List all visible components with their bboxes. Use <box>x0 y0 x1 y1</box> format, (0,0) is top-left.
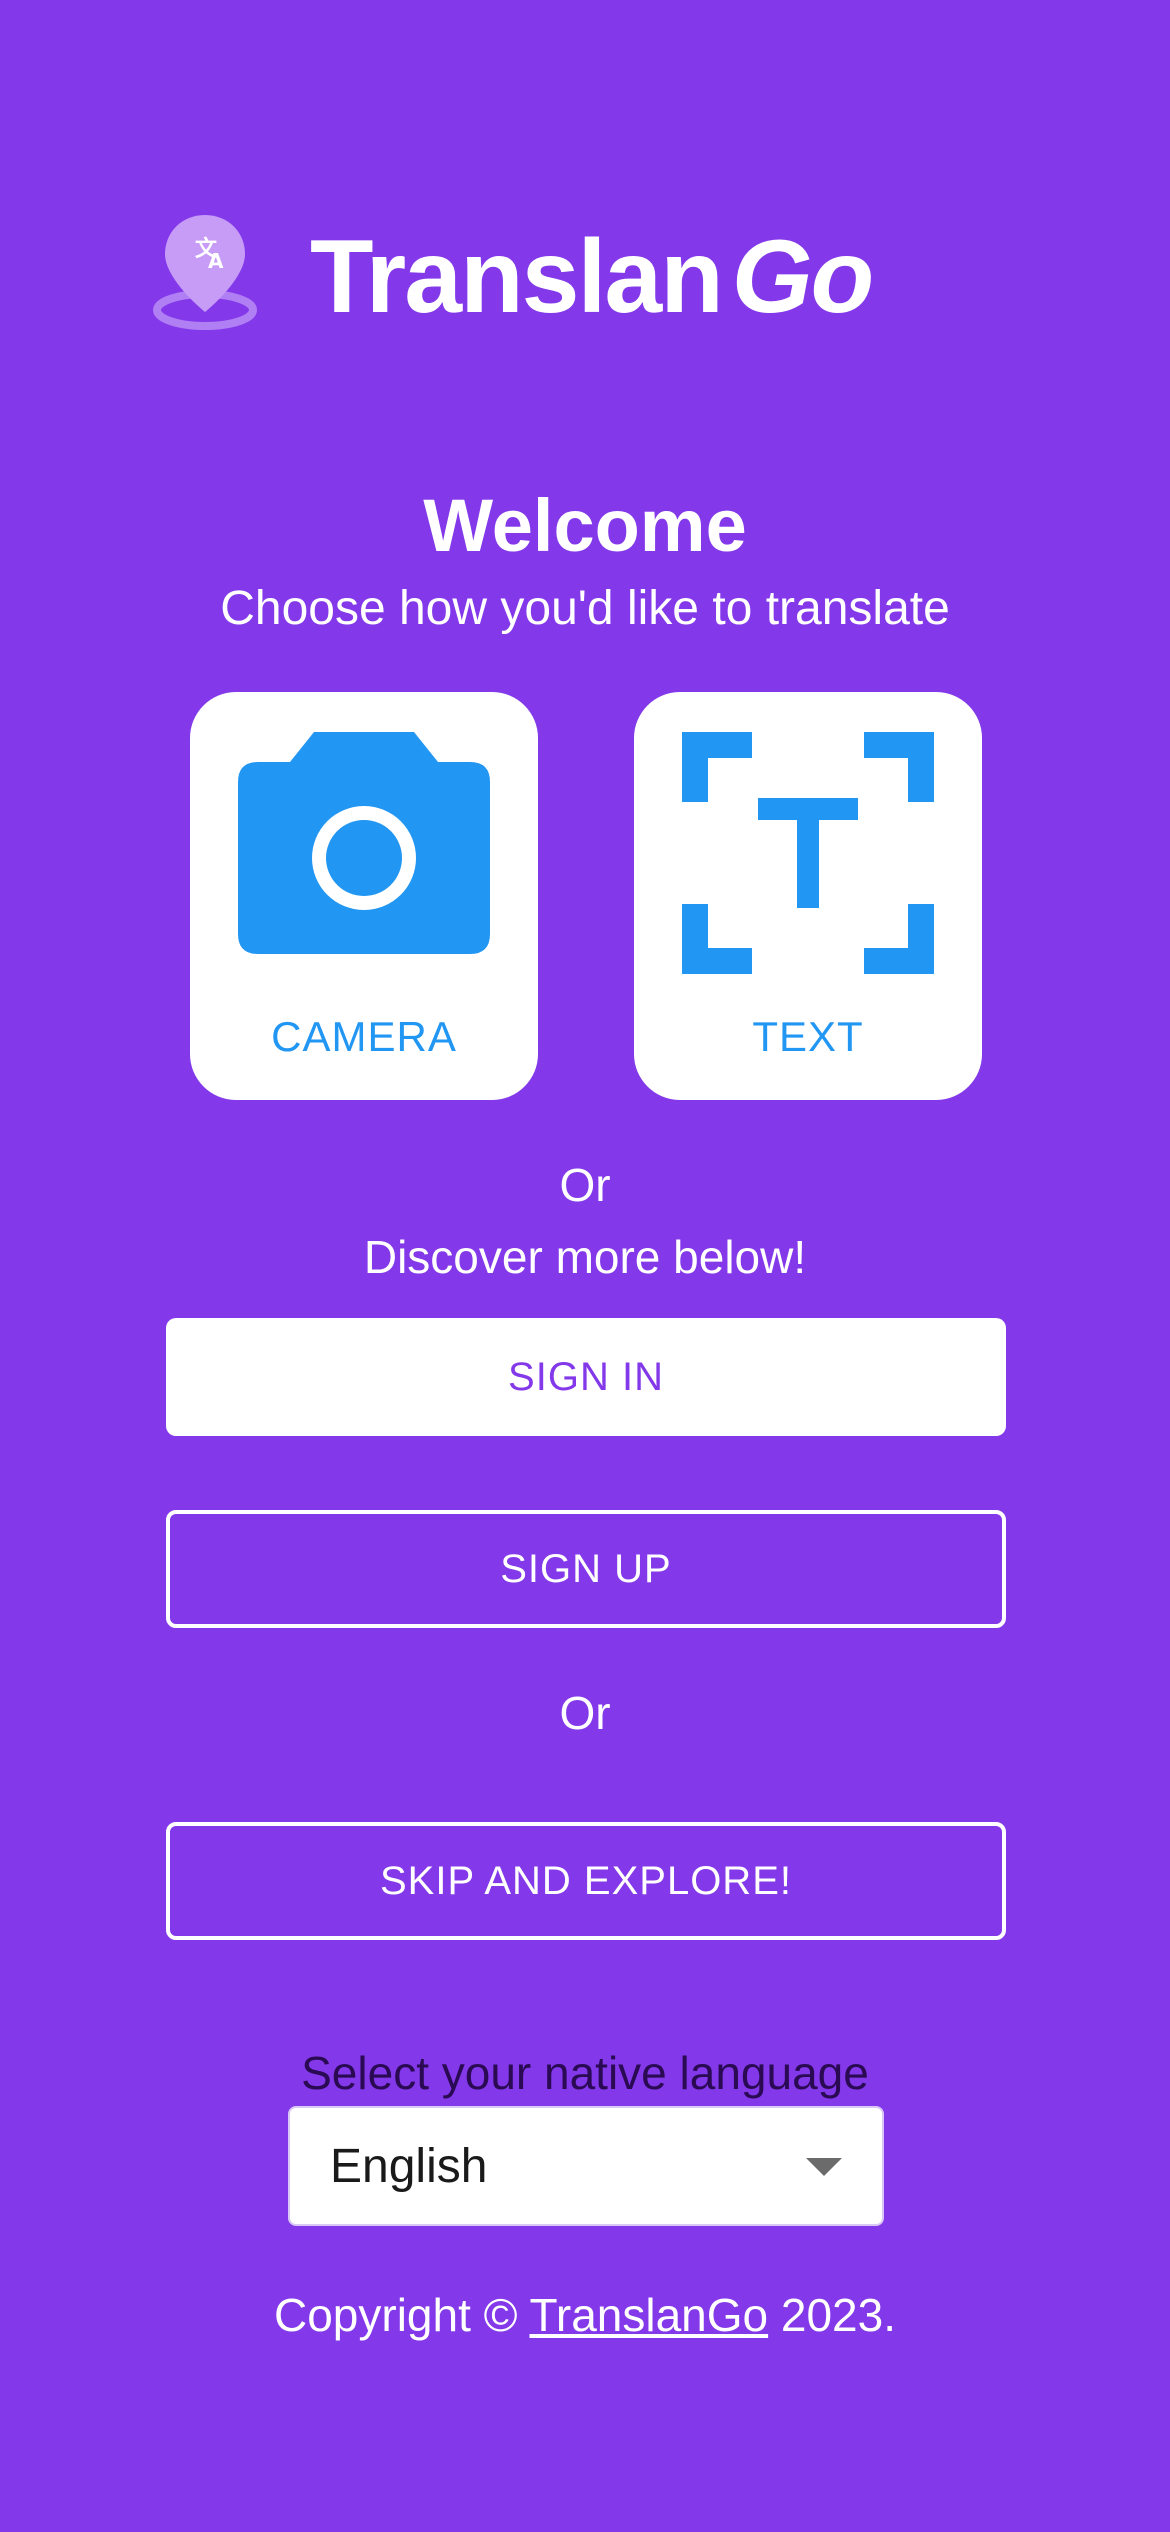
text-scan-icon <box>682 732 934 974</box>
app-name-part1: Translan <box>310 218 724 335</box>
app-name-part2: Go <box>731 218 874 335</box>
svg-text:A: A <box>208 249 224 273</box>
chevron-down-icon <box>806 2158 842 2176</box>
logo-pin-icon: 文 A <box>150 210 260 340</box>
copyright-footer: Copyright © TranslanGo 2023. <box>0 2282 1170 2348</box>
copyright-prefix: Copyright © <box>273 2289 530 2341</box>
language-selected-value: English <box>330 2139 488 2193</box>
page-title: Welcome <box>423 484 747 567</box>
language-select-label: Select your native language <box>301 2047 869 2099</box>
app-logo-text: Translan Go <box>310 212 874 342</box>
footer-brand-link[interactable]: TranslanGo <box>529 2289 768 2341</box>
or-divider-text-2: Or <box>559 1687 611 1739</box>
skip-and-explore-button[interactable]: SKIP AND EXPLORE! <box>166 1822 1006 1940</box>
sign-in-button[interactable]: SIGN IN <box>166 1318 1006 1436</box>
discover-text: Discover more below! <box>363 1231 807 1283</box>
sign-up-button[interactable]: SIGN UP <box>166 1510 1006 1628</box>
page-subtitle: Choose how you'd like to translate <box>220 582 950 635</box>
or-divider-text: Or <box>559 1159 611 1211</box>
camera-mode-label: CAMERA <box>271 1013 457 1060</box>
copyright-suffix: 2023. <box>768 2289 897 2341</box>
camera-icon <box>238 732 490 974</box>
language-select[interactable]: English <box>288 2106 884 2226</box>
text-mode-label: TEXT <box>752 1013 864 1060</box>
camera-mode-card[interactable]: CAMERA <box>190 692 538 1100</box>
text-mode-card[interactable]: TEXT <box>634 692 982 1100</box>
